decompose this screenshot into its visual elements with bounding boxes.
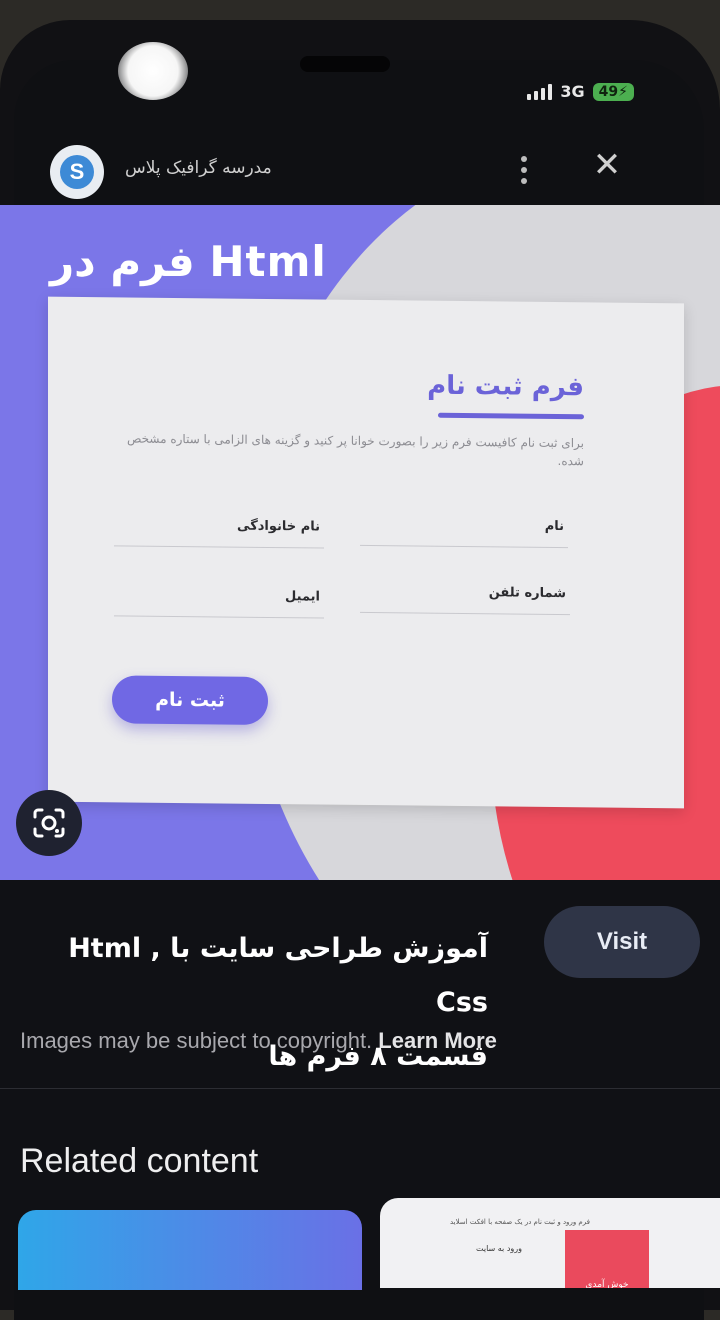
- image-title: فرم در Html: [50, 237, 327, 286]
- close-icon[interactable]: ✕: [590, 148, 624, 182]
- result-image[interactable]: فرم در Html فرم ثبت نام برای ثبت نام کاف…: [0, 205, 720, 885]
- related-content-title: Related content: [20, 1142, 259, 1180]
- form-submit-button: ثبت نام: [112, 675, 268, 725]
- copyright-text: Images may be subject to copyright.: [20, 1028, 373, 1053]
- result-title-line1: آموزش طراحی سایت با Html , Css: [68, 933, 488, 1018]
- form-heading: فرم ثبت نام: [427, 370, 584, 403]
- related-thumb-2[interactable]: فرم ورود و ثبت نام در یک صفحه با افکت اس…: [380, 1198, 720, 1288]
- result-title[interactable]: آموزش طراحی سایت با Html , Css قسمت ۸ فر…: [18, 922, 488, 1084]
- battery-indicator: 49⚡: [592, 82, 634, 101]
- form-description: برای ثبت نام کافیست فرم زیر را بصورت خوا…: [126, 431, 584, 469]
- phone-field: شماره تلفن: [360, 581, 570, 616]
- signal-icon: [527, 83, 553, 100]
- learn-more-link[interactable]: Learn More: [378, 1028, 497, 1053]
- field-label: نام: [544, 518, 564, 535]
- thumb2-welcome-label: خوش آمدی: [585, 1280, 629, 1288]
- phone-speaker: [300, 56, 390, 72]
- thumb2-welcome-panel: خوش آمدی: [565, 1230, 649, 1288]
- site-name[interactable]: مدرسه گرافیک پلاس: [125, 158, 272, 178]
- first-name-field: نام: [360, 514, 568, 549]
- email-field: ایمیل: [114, 585, 324, 619]
- status-bar: 3G 49⚡: [527, 82, 634, 101]
- more-vert-icon[interactable]: [512, 150, 536, 190]
- thumb2-heading: فرم ورود و ثبت نام در یک صفحه با افکت اس…: [450, 1218, 590, 1226]
- form-preview-card: فرم ثبت نام برای ثبت نام کافیست فرم زیر …: [48, 296, 684, 809]
- field-label: شماره تلفن: [488, 585, 566, 602]
- lens-header: S مدرسه گرافیک پلاس ✕: [0, 140, 720, 200]
- site-logo-icon[interactable]: S: [50, 145, 104, 199]
- related-thumb-1[interactable]: [18, 1210, 362, 1290]
- thumb2-login-label: ورود به سایت: [476, 1244, 522, 1253]
- form-heading-underline: [438, 412, 584, 420]
- divider: [0, 1088, 720, 1089]
- field-label: نام خانوادگی: [237, 518, 320, 535]
- last-name-field: نام خانوادگی: [114, 515, 324, 549]
- result-info-panel: آموزش طراحی سایت با Html , Css قسمت ۸ فر…: [0, 880, 720, 1290]
- network-type: 3G: [560, 82, 585, 101]
- copyright-notice: Images may be subject to copyright. Lear…: [20, 1028, 497, 1054]
- field-label: ایمیل: [285, 589, 320, 605]
- battery-level: 49: [598, 83, 619, 100]
- visit-button[interactable]: Visit: [544, 906, 700, 978]
- lens-search-icon[interactable]: [16, 790, 82, 856]
- camera-glare: [118, 42, 188, 100]
